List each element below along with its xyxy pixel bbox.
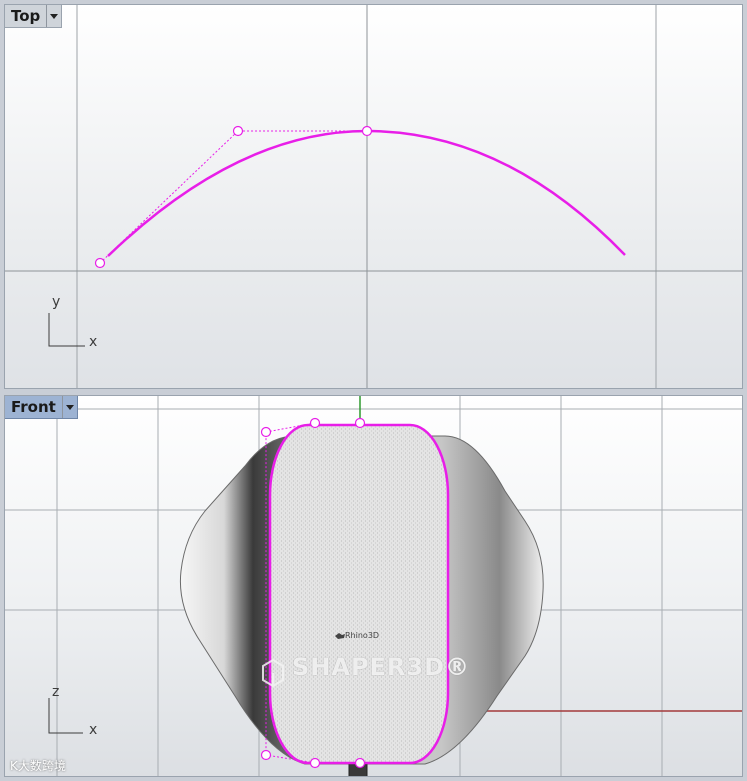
viewport-menu-chevron-icon[interactable] [61,396,77,418]
front-viewport[interactable]: Rhino3D SHAPER3D® z x Front [4,395,743,777]
control-point[interactable] [260,749,272,761]
axis-label-y: y [52,294,61,310]
control-point[interactable] [309,417,321,429]
control-point[interactable] [94,257,106,269]
control-point[interactable] [232,125,244,137]
axis-widget [48,698,83,734]
viewport-title-top[interactable]: Top [5,5,63,28]
axis-label-x: x [89,722,98,738]
viewport-title-text: Top [11,7,41,25]
axis-widget [48,313,85,347]
top-viewport[interactable]: y x Top [4,4,743,389]
control-polygon [99,130,367,264]
control-point[interactable] [354,417,366,429]
brand-watermark: K大数跨境 [10,759,66,773]
viewport-title-text: Front [11,398,56,416]
axis-label-x: x [89,334,98,350]
rhino-watermark: Rhino3D [345,631,380,640]
control-point[interactable] [260,426,272,438]
viewport-menu-chevron-icon[interactable] [46,5,61,27]
top-viewport-canvas[interactable] [5,5,743,389]
control-point[interactable] [309,757,321,769]
fabric-grille [269,425,449,763]
control-point[interactable] [361,125,373,137]
shaper3d-watermark: SHAPER3D® [292,653,471,681]
viewport-title-front[interactable]: Front [5,396,78,419]
axis-label-z: z [52,684,60,700]
front-viewport-canvas[interactable] [5,396,743,777]
control-point[interactable] [354,757,366,769]
